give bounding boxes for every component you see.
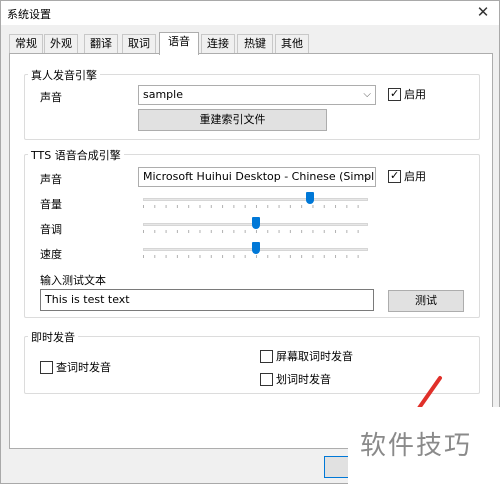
pitch-ticks — [143, 230, 368, 233]
select-voice-label: 划词时发音 — [276, 373, 331, 386]
volume-label: 音量 — [40, 198, 62, 211]
speed-label: 速度 — [40, 248, 62, 261]
tab-connect[interactable]: 连接 — [201, 34, 235, 54]
pitch-slider[interactable] — [143, 217, 368, 233]
tts-voice-select[interactable]: Microsoft Huihui Desktop - Chinese (Simp… — [138, 167, 376, 187]
pitch-thumb[interactable] — [251, 217, 260, 229]
close-icon[interactable]: ✕ — [473, 2, 493, 22]
checkbox-box — [260, 372, 273, 386]
real-voice-enable-checkbox[interactable]: 启用 — [388, 86, 426, 102]
test-text-label: 输入测试文本 — [40, 274, 106, 287]
tts-voice-label: 声音 — [40, 173, 62, 186]
tab-general[interactable]: 常规 — [9, 34, 43, 54]
select-voice-checkbox[interactable]: 划词时发音 — [260, 371, 331, 387]
speed-ticks — [143, 255, 368, 258]
tab-capture[interactable]: 取词 — [122, 34, 156, 54]
tts-voice-value: Microsoft Huihui Desktop - Chinese (Simp… — [143, 170, 375, 183]
real-voice-select[interactable]: sample ⌵ — [138, 85, 376, 105]
real-voice-label: 声音 — [40, 91, 62, 104]
watermark-text: 软件技巧 — [360, 431, 473, 461]
window-title: 系统设置 — [7, 8, 51, 21]
lookup-voice-label: 查词时发音 — [56, 361, 111, 374]
test-text-input[interactable]: This is test text — [40, 289, 374, 311]
tab-appearance[interactable]: 外观 — [44, 34, 78, 54]
lookup-voice-checkbox[interactable]: 查词时发音 — [40, 359, 111, 375]
screen-voice-label: 屏幕取词时发音 — [276, 350, 353, 363]
volume-ticks — [143, 205, 368, 208]
tab-hotkey[interactable]: 热键 — [237, 34, 273, 54]
volume-track — [143, 198, 368, 201]
screen-voice-checkbox[interactable]: 屏幕取词时发音 — [260, 348, 353, 364]
real-voice-enable-label: 启用 — [404, 88, 426, 101]
test-button[interactable]: 测试 — [388, 290, 464, 312]
speed-slider[interactable] — [143, 242, 368, 258]
checkbox-box — [40, 360, 53, 374]
checkbox-box — [260, 349, 273, 363]
pitch-label: 音调 — [40, 223, 62, 236]
tab-other[interactable]: 其他 — [275, 34, 309, 54]
title-bar: 系统设置 ✕ — [1, 1, 499, 25]
checkmark-icon — [388, 87, 401, 101]
volume-thumb[interactable] — [305, 192, 314, 204]
real-voice-value: sample — [143, 88, 183, 101]
chevron-down-icon: ⌵ — [363, 89, 371, 100]
rebuild-index-button[interactable]: 重建索引文件 — [138, 109, 327, 131]
tts-enable-checkbox[interactable]: 启用 — [388, 168, 426, 184]
tab-translate[interactable]: 翻译 — [84, 34, 118, 54]
tts-title: TTS 语音合成引擎 — [28, 147, 124, 163]
speed-thumb[interactable] — [251, 242, 260, 254]
instant-title: 即时发音 — [28, 329, 78, 345]
chevron-down-icon: ⌵ — [363, 171, 371, 182]
volume-slider[interactable] — [143, 192, 368, 208]
tts-enable-label: 启用 — [404, 170, 426, 183]
checkmark-icon — [388, 169, 401, 183]
watermark: 软件技巧 — [348, 407, 500, 484]
tab-voice[interactable]: 语音 — [159, 32, 199, 55]
real-voice-title: 真人发音引擎 — [28, 67, 100, 83]
